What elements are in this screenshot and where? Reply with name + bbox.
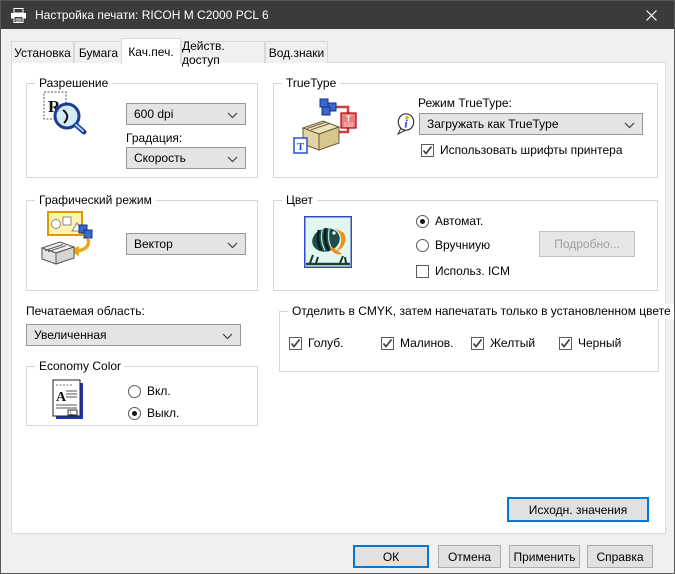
check-mark-icon [290, 338, 301, 349]
svg-text:L: L [70, 411, 73, 417]
color-auto-radio[interactable]: Автомат. [416, 213, 483, 229]
check-mark-icon [560, 338, 571, 349]
restore-defaults-label: Исходн. значения [529, 503, 628, 517]
check-mark-icon [422, 145, 433, 156]
chevron-down-icon [624, 122, 635, 129]
use-icm-label: Использ. ICM [435, 264, 510, 278]
printable-area-select[interactable]: Увеличенная [26, 324, 241, 346]
ok-button[interactable]: ОК [353, 545, 429, 568]
radio-button [416, 239, 429, 252]
tab-paper[interactable]: Бумага [74, 41, 123, 63]
checkbox-box [289, 337, 302, 350]
economy-off-label: Выкл. [147, 406, 179, 420]
cmyk-cyan-checkbox[interactable]: Голуб. [289, 335, 343, 351]
magnifier-document-icon: R [43, 91, 89, 135]
apply-label: Применить [513, 550, 575, 564]
economy-document-icon: A L [49, 378, 87, 422]
info-balloon-icon[interactable]: i [397, 113, 415, 135]
resolution-group-title: Разрешение [35, 76, 112, 91]
economy-on-label: Вкл. [147, 384, 171, 398]
resolution-value: 600 dpi [134, 107, 173, 121]
checkbox-box [381, 337, 394, 350]
tab-valid-access[interactable]: Действ. доступ [181, 41, 265, 63]
economy-color-group-title: Economy Color [35, 359, 125, 374]
radio-button [128, 385, 141, 398]
printer-icon [10, 8, 27, 23]
chevron-down-icon [222, 333, 233, 340]
cmyk-cyan-label: Голуб. [308, 336, 343, 350]
checkbox-box [421, 144, 434, 157]
gradation-select[interactable]: Скорость [126, 147, 246, 169]
svg-text:T: T [346, 114, 352, 124]
use-icm-checkbox[interactable]: Использ. ICM [416, 263, 510, 279]
ok-label: ОК [383, 550, 399, 564]
graphics-mode-value: Вектор [134, 237, 173, 251]
color-auto-label: Автомат. [435, 214, 483, 228]
tab-setup[interactable]: Установка [11, 41, 74, 63]
chevron-down-icon [227, 156, 238, 163]
cmyk-magenta-checkbox[interactable]: Малинов. [381, 335, 454, 351]
close-button[interactable] [629, 1, 674, 29]
check-mark-icon [472, 338, 483, 349]
svg-text:532: 532 [343, 123, 354, 129]
color-details-label: Подробно... [554, 237, 620, 251]
checkbox-box [471, 337, 484, 350]
help-button[interactable]: Справка [587, 545, 653, 568]
truetype-download-icon: T 532 T [293, 98, 363, 160]
radio-button [416, 215, 429, 228]
cancel-button[interactable]: Отмена [438, 545, 501, 568]
help-label: Справка [596, 550, 643, 564]
gradation-label: Градация: [126, 131, 182, 146]
resolution-select[interactable]: 600 dpi [126, 103, 246, 125]
tab-print-quality[interactable]: Кач.печ. [121, 38, 181, 64]
chevron-down-icon [227, 242, 238, 249]
vector-graphics-icon [39, 211, 97, 267]
use-printer-fonts-label: Использовать шрифты принтера [440, 143, 623, 157]
gradation-value: Скорость [134, 151, 186, 165]
truetype-group-title: TrueType [282, 76, 340, 91]
check-mark-icon [382, 338, 393, 349]
window-title: Настройка печати: RICOH M C2000 PCL 6 [35, 8, 269, 22]
cmyk-yellow-checkbox[interactable]: Желтый [471, 335, 535, 351]
truetype-mode-label: Режим TrueType: [418, 96, 512, 111]
printable-area-label: Печатаемая область: [26, 304, 145, 319]
cmyk-black-checkbox[interactable]: Черный [559, 335, 621, 351]
cmyk-black-label: Черный [578, 336, 621, 350]
tab-watermarks[interactable]: Вод.знаки [265, 41, 328, 63]
restore-defaults-button[interactable]: Исходн. значения [507, 497, 649, 522]
color-group-title: Цвет [282, 193, 317, 208]
print-preferences-dialog: Настройка печати: RICOH M C2000 PCL 6 Ус… [0, 0, 675, 574]
cmyk-magenta-label: Малинов. [400, 336, 454, 350]
color-manual-radio[interactable]: Вручниую [416, 237, 490, 253]
printable-area-value: Увеличенная [34, 328, 107, 342]
truetype-mode-select[interactable]: Загружать как TrueType [419, 113, 643, 135]
titlebar: Настройка печати: RICOH M C2000 PCL 6 [1, 1, 674, 29]
cmyk-group-title: Отделить в CMYK, затем напечатать только… [288, 304, 675, 319]
truetype-mode-value: Загружать как TrueType [427, 117, 559, 131]
apply-button[interactable]: Применить [509, 545, 580, 568]
color-manual-label: Вручниую [435, 238, 490, 252]
radio-button [128, 407, 141, 420]
graphics-mode-group-title: Графический режим [35, 193, 156, 208]
color-details-button[interactable]: Подробно... [539, 231, 635, 257]
checkbox-box [416, 265, 429, 278]
svg-text:A: A [56, 390, 67, 405]
cancel-label: Отмена [448, 550, 491, 564]
use-printer-fonts-checkbox[interactable]: Использовать шрифты принтера [421, 142, 623, 158]
svg-text:T: T [297, 141, 305, 153]
cmyk-yellow-label: Желтый [490, 336, 535, 350]
close-x-icon [646, 10, 657, 21]
economy-off-radio[interactable]: Выкл. [128, 405, 179, 421]
economy-on-radio[interactable]: Вкл. [128, 383, 171, 399]
graphics-mode-select[interactable]: Вектор [126, 233, 246, 255]
chevron-down-icon [227, 112, 238, 119]
checkbox-box [559, 337, 572, 350]
fish-picture-icon [304, 216, 352, 268]
